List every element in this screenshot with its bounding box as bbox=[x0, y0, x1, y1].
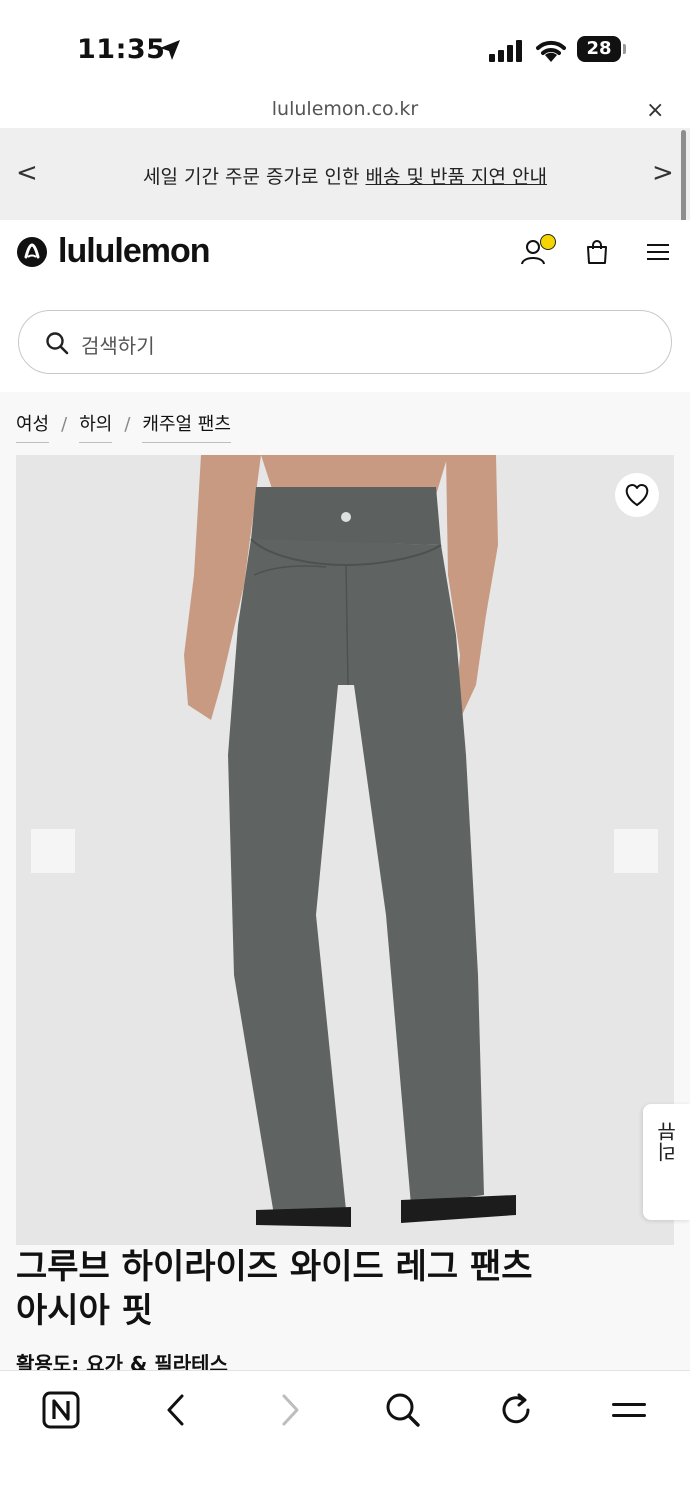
url-text[interactable]: lululemon.co.kr bbox=[0, 98, 690, 120]
close-icon[interactable]: × bbox=[646, 98, 664, 123]
site-header: lululemon bbox=[0, 220, 690, 304]
product-title-line1: 그루브 하이라이즈 와이드 레그 팬츠 bbox=[16, 1247, 533, 1287]
battery-cap bbox=[623, 44, 626, 54]
notification-dot bbox=[540, 234, 556, 250]
image-next-button[interactable] bbox=[614, 829, 658, 873]
status-bar: 11:35 28 bbox=[0, 0, 690, 92]
announcement-prefix: 세일 기간 주문 증가로 인한 bbox=[143, 166, 366, 188]
browser-url-bar[interactable]: lululemon.co.kr × bbox=[0, 92, 690, 128]
search-icon[interactable] bbox=[384, 1391, 422, 1429]
forward-arrow-icon[interactable] bbox=[278, 1391, 302, 1429]
breadcrumb-separator: / bbox=[61, 414, 68, 435]
product-content: 여성 / 하의 / 캐주얼 팬츠 bbox=[0, 392, 690, 1372]
logo-wordmark[interactable]: lululemon bbox=[58, 232, 211, 271]
menu-lines-icon[interactable] bbox=[610, 1391, 648, 1429]
image-prev-button[interactable] bbox=[31, 829, 75, 873]
product-photo-illustration bbox=[184, 455, 516, 1227]
status-time: 11:35 bbox=[77, 34, 166, 65]
wifi-icon bbox=[536, 40, 566, 62]
review-tab[interactable]: 리뷰 bbox=[643, 1104, 690, 1220]
announcement-text: 세일 기간 주문 증가로 인한 배송 및 반품 지연 안내 bbox=[0, 162, 690, 189]
product-title-line2: 아시아 핏 bbox=[16, 1291, 153, 1331]
location-arrow-icon bbox=[160, 40, 180, 60]
cellular-signal-icon bbox=[489, 40, 522, 62]
refresh-icon[interactable] bbox=[498, 1391, 534, 1429]
review-tab-label: 리뷰 bbox=[656, 1122, 680, 1162]
browser-toolbar bbox=[0, 1370, 690, 1501]
naver-home-icon[interactable] bbox=[42, 1391, 80, 1429]
breadcrumb-item-casual-pants[interactable]: 캐주얼 팬츠 bbox=[142, 410, 231, 443]
lululemon-logo-icon[interactable] bbox=[17, 237, 47, 267]
product-image[interactable] bbox=[16, 455, 674, 1245]
search-icon bbox=[46, 332, 69, 355]
wishlist-button[interactable] bbox=[615, 473, 659, 517]
breadcrumb-item-bottoms[interactable]: 하의 bbox=[79, 410, 113, 443]
breadcrumb: 여성 / 하의 / 캐주얼 팬츠 bbox=[16, 410, 231, 443]
chevron-right-icon[interactable]: > bbox=[652, 158, 674, 188]
announcement-link[interactable]: 배송 및 반품 지연 안내 bbox=[366, 166, 547, 188]
breadcrumb-item-women[interactable]: 여성 bbox=[16, 410, 50, 443]
search-input[interactable]: 검색하기 bbox=[18, 310, 672, 374]
back-arrow-icon[interactable] bbox=[164, 1391, 188, 1429]
search-placeholder: 검색하기 bbox=[81, 334, 155, 358]
hamburger-menu-icon[interactable] bbox=[647, 243, 669, 261]
announcement-banner: < 세일 기간 주문 증가로 인한 배송 및 반품 지연 안내 > bbox=[0, 128, 690, 220]
battery-icon: 28 bbox=[577, 36, 621, 62]
product-title: 그루브 하이라이즈 와이드 레그 팬츠 아시아 핏 bbox=[16, 1245, 636, 1333]
shopping-bag-icon[interactable] bbox=[585, 239, 609, 265]
heart-icon bbox=[625, 484, 649, 506]
breadcrumb-separator: / bbox=[124, 414, 131, 435]
